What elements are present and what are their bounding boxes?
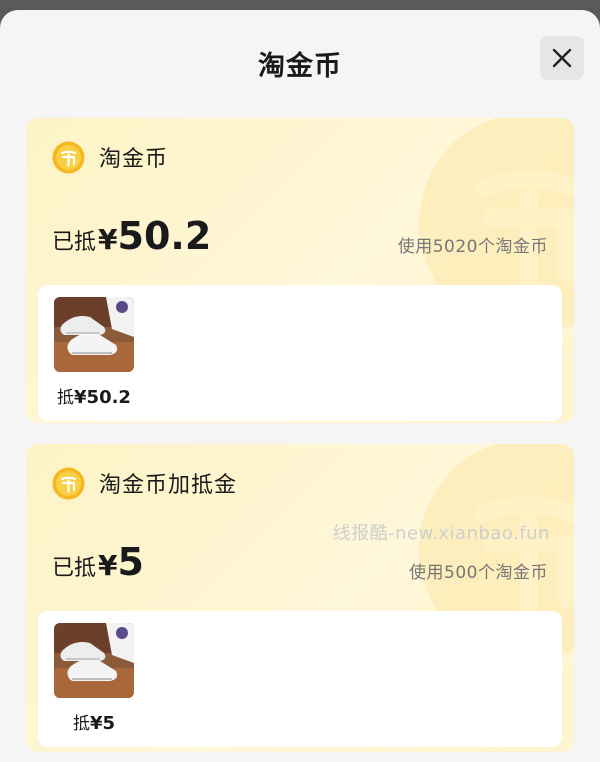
currency-symbol: ¥ [89,713,103,734]
sneaker-thumbnail[interactable] [54,297,134,372]
close-icon [552,48,572,68]
coins-used-text: 使用500个淘金币 [409,563,548,583]
item-list: 抵¥50.2 [38,285,562,421]
item-deduct-price: 抵¥50.2 [54,383,134,408]
page-title: 淘金币 [258,51,342,82]
sneaker-thumbnail[interactable] [54,623,134,698]
amount-value: 50.2 [117,214,212,258]
deduct-summary: 已抵 ¥5 [52,540,144,584]
deduct-label: 已抵 [52,230,97,255]
deduct-amount: ¥50.2 [98,214,211,258]
item-price-value: 5 [102,713,116,734]
currency-symbol: ¥ [74,387,87,408]
coin-icon [52,467,85,499]
coin-deduction-card[interactable]: 淘金币 已抵 ¥50.2 使用5020个淘金币 抵¥50.2 [26,118,574,423]
sheet-header: 淘金币 [0,10,600,110]
amount-value: 5 [117,540,144,584]
item-price-value: 50.2 [86,387,131,408]
watermark-text: 线报酷-new.xianbao.fun [332,523,550,544]
coins-used-text: 使用5020个淘金币 [397,237,548,257]
taojinbi-sheet: 淘金币 淘金币 已抵 ¥50.2 使用5020个淘金币 抵¥50.2 淘金币加抵… [0,10,600,762]
close-button[interactable] [540,36,584,80]
currency-symbol: ¥ [98,549,118,582]
card-header: 淘金币加抵金 [52,466,237,500]
product-item[interactable]: 抵¥5 [54,623,134,734]
deduct-label: 已抵 [52,556,97,581]
card-title: 淘金币 [99,147,169,172]
deduct-summary: 已抵 ¥50.2 [52,214,211,258]
product-item[interactable]: 抵¥50.2 [54,297,134,408]
coin-bonus-deduction-card[interactable]: 淘金币加抵金 线报酷-new.xianbao.fun 已抵 ¥5 使用500个淘… [26,444,574,752]
item-deduct-label: 抵 [72,714,90,734]
card-title: 淘金币加抵金 [99,473,238,498]
item-deduct-label: 抵 [57,388,75,408]
coin-icon [52,141,85,173]
deduct-amount: ¥5 [98,540,144,584]
item-list: 抵¥5 [38,611,562,747]
card-header: 淘金币 [52,140,168,174]
currency-symbol: ¥ [98,223,118,256]
item-deduct-price: 抵¥5 [54,709,134,734]
